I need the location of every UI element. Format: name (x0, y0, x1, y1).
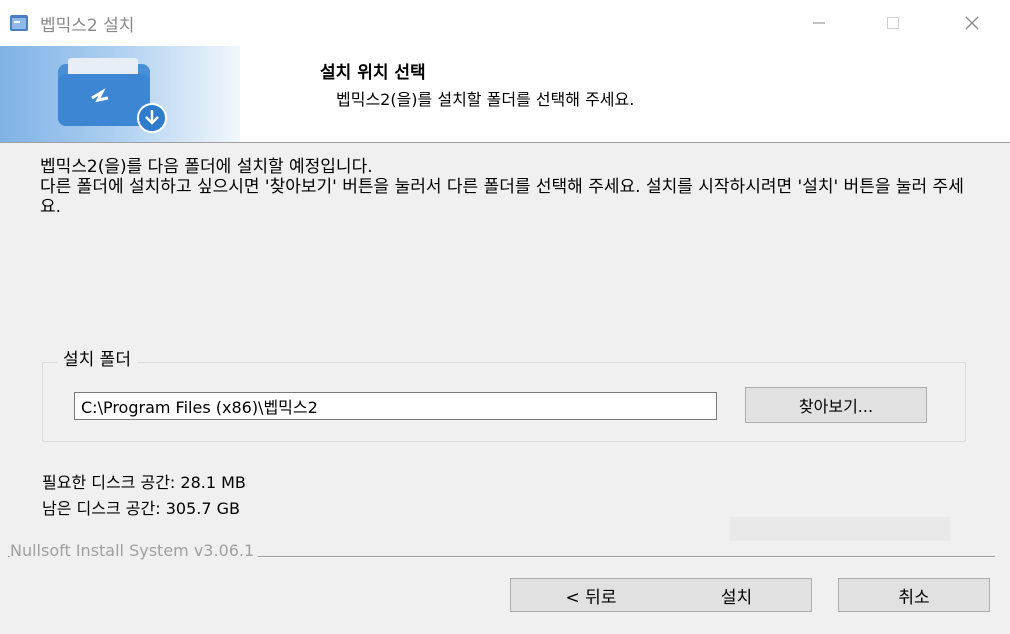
folder-download-icon (58, 58, 167, 133)
browse-button[interactable]: 찾아보기... (745, 387, 927, 423)
install-folder-group: 설치 폴더 찾아보기... (42, 345, 966, 442)
required-space-text: 필요한 디스크 공간: 28.1 MB (42, 473, 246, 492)
progress-area (730, 517, 950, 541)
page-header: 설치 위치 선택 벱믹스2(을)를 설치할 폴더를 선택해 주세요. (0, 46, 1010, 143)
cancel-button[interactable]: 취소 (838, 578, 990, 612)
instruction-line-1: 벱믹스2(을)를 다음 폴더에 설치할 예정입니다. (40, 157, 373, 177)
close-icon[interactable] (948, 6, 996, 40)
window-title: 벱믹스2 설치 (40, 16, 135, 36)
install-button[interactable]: 설치 (662, 578, 812, 612)
install-path-input[interactable] (74, 392, 717, 420)
install-folder-label: 설치 폴더 (57, 345, 137, 370)
title-bar: 벱믹스2 설치 (0, 0, 1010, 46)
instructions: 벱믹스2(을)를 다음 폴더에 설치할 예정입니다. 다른 폴더에 설치하고 싶… (40, 157, 970, 217)
page-subtitle: 벱믹스2(을)를 설치할 폴더를 선택해 주세요. (336, 90, 635, 109)
maximize-icon[interactable] (869, 6, 917, 40)
installer-app-icon (10, 15, 28, 31)
available-space-text: 남은 디스크 공간: 305.7 GB (42, 499, 240, 518)
back-button[interactable]: < 뒤로 (510, 578, 672, 612)
minimize-icon[interactable] (795, 6, 843, 40)
page-title: 설치 위치 선택 (320, 63, 426, 83)
header-banner (0, 46, 240, 142)
nsis-branding: Nullsoft Install System v3.06.1 (10, 541, 259, 560)
instruction-line-2: 다른 폴더에 설치하고 싶으시면 '찾아보기' 버튼을 눌러서 다른 폴더를 선… (40, 177, 964, 217)
